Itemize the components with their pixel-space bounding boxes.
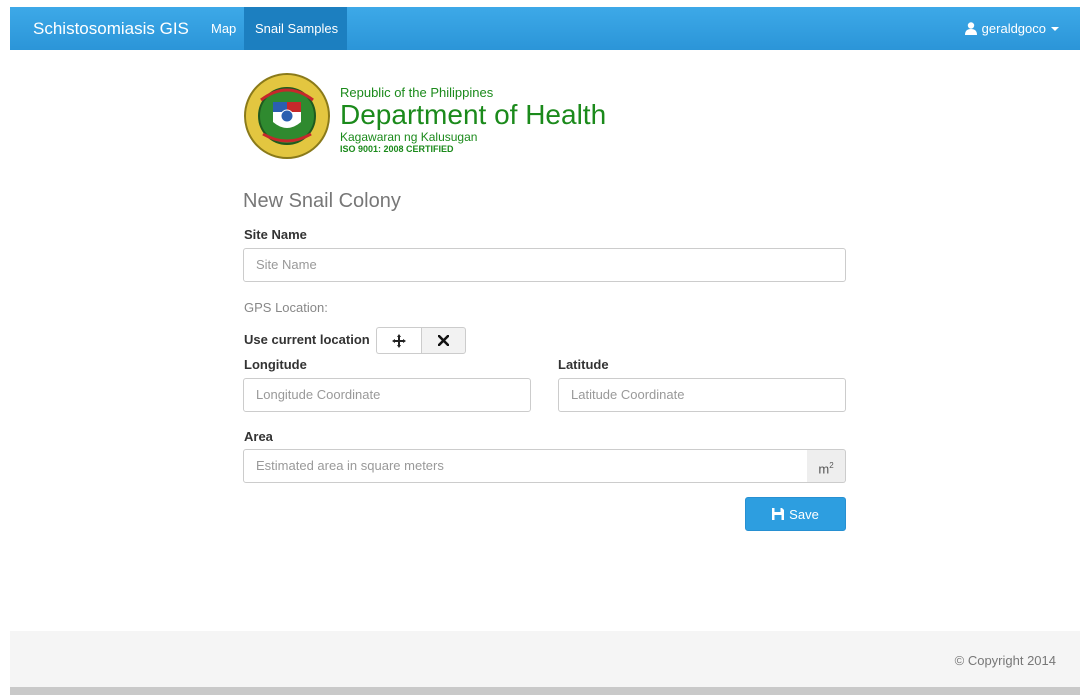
doh-line-republic: Republic of the Philippines — [340, 85, 494, 100]
doh-line-iso: ISO 9001: 2008 CERTIFIED — [340, 144, 454, 154]
close-icon — [438, 335, 449, 346]
doh-header: Republic of the Philippines Department o… — [243, 72, 643, 162]
form-title: New Snail Colony — [243, 190, 401, 212]
user-icon — [964, 22, 977, 35]
longitude-label: Longitude — [244, 357, 307, 372]
area-input[interactable]: Estimated area in square meters — [243, 449, 808, 483]
user-name: geraldgoco — [981, 21, 1046, 36]
user-menu[interactable]: geraldgoco — [964, 7, 1059, 50]
clear-location-button[interactable] — [421, 327, 466, 354]
crosshair-icon — [392, 333, 406, 348]
latitude-label: Latitude — [558, 357, 609, 372]
use-current-location-label: Use current location — [244, 332, 370, 347]
bottom-bar — [10, 687, 1080, 695]
site-name-input[interactable]: Site Name — [243, 248, 846, 282]
longitude-input[interactable]: Longitude Coordinate — [243, 378, 531, 412]
floppy-disk-icon — [772, 508, 785, 520]
chevron-down-icon — [1051, 26, 1059, 31]
footer: © Copyright 2014 — [10, 631, 1080, 687]
area-unit-base: m — [818, 461, 830, 477]
save-label: Save — [789, 506, 819, 522]
top-navbar: Schistosomiasis GIS Map Snail Samples ge… — [10, 7, 1080, 50]
nav-map[interactable]: Map — [202, 7, 245, 50]
location-button-group — [376, 327, 466, 354]
save-button[interactable]: Save — [745, 497, 846, 531]
area-unit-exponent: 2 — [829, 461, 834, 470]
doh-line-kagawaran: Kagawaran ng Kalusugan — [340, 130, 478, 144]
nav-snail-samples[interactable]: Snail Samples — [244, 7, 347, 50]
latitude-input[interactable]: Latitude Coordinate — [558, 378, 846, 412]
brand-link[interactable]: Schistosomiasis GIS — [33, 7, 189, 50]
copyright-text: © Copyright 2014 — [954, 653, 1056, 668]
area-unit-addon: m2 — [807, 449, 846, 483]
doh-seal-logo — [244, 73, 330, 159]
locate-button[interactable] — [376, 327, 421, 354]
area-label: Area — [244, 429, 273, 444]
doh-line-department: Department of Health — [340, 99, 607, 130]
gps-location-label: GPS Location: — [244, 300, 328, 315]
site-name-label: Site Name — [244, 227, 307, 242]
